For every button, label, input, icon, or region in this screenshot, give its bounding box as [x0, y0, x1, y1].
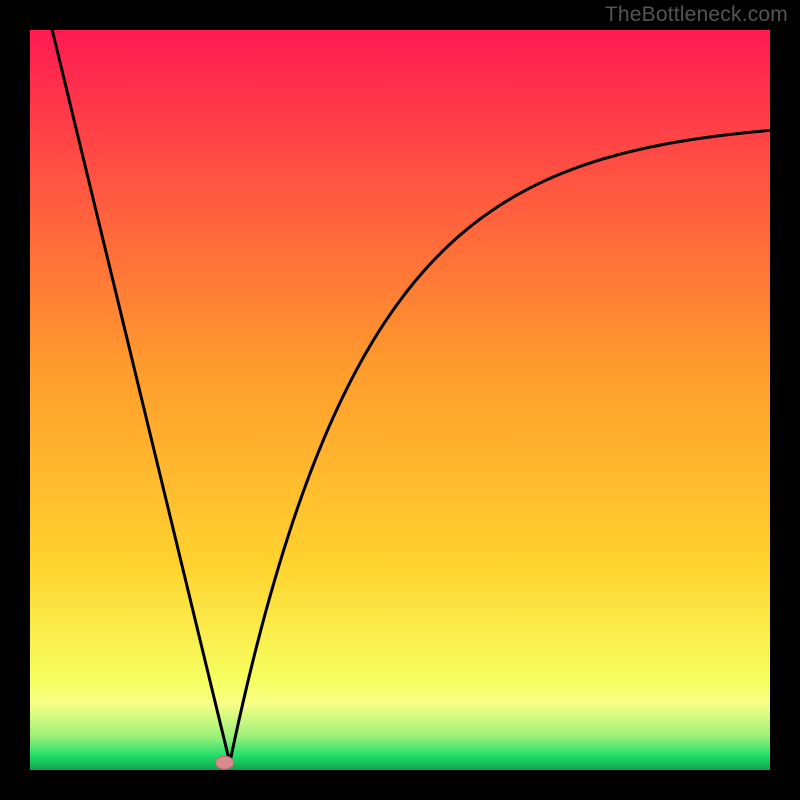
watermark-text: TheBottleneck.com	[605, 3, 788, 27]
optimum-marker	[216, 756, 234, 769]
chart-container: TheBottleneck.com	[0, 0, 800, 800]
bottleneck-chart	[0, 0, 800, 800]
